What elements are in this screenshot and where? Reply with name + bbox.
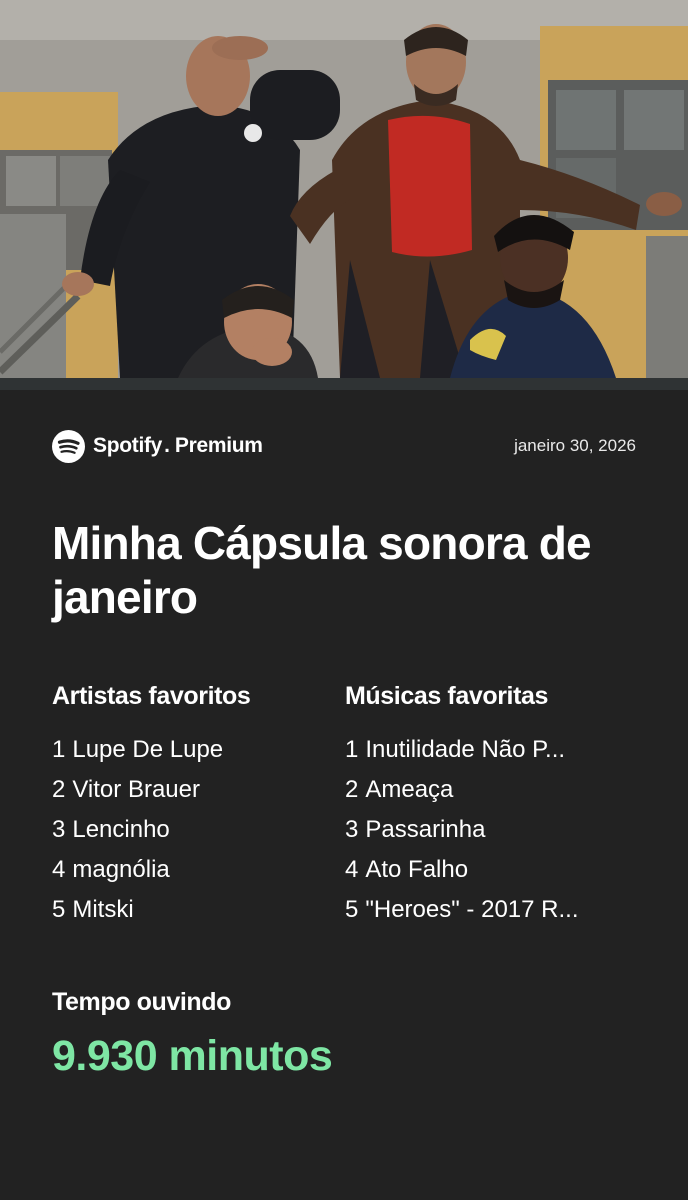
artist-rank: 2: [52, 776, 66, 803]
brand-dot: .: [164, 434, 170, 457]
song-item: 4 Ato Falho: [345, 850, 625, 890]
artist-name: Vitor Brauer: [72, 776, 200, 803]
artist-item: 1 Lupe De Lupe: [52, 730, 332, 770]
top-songs-heading: Músicas favoritas: [345, 682, 549, 710]
artist-name: Mitski: [72, 896, 134, 923]
band-photo-illustration: [0, 0, 688, 378]
artist-item: 5 Mitski: [52, 890, 332, 930]
song-rank: 4: [345, 856, 359, 883]
top-artists-list: 1 Lupe De Lupe 2 Vitor Brauer 3 Lencinho 4m…: [52, 730, 332, 930]
listening-time-value: 9.930 minutos: [52, 1032, 333, 1080]
song-item: 5 "Heroes" - 2017 R...: [345, 890, 625, 930]
top-artists-heading: Artistas favoritos: [52, 682, 251, 710]
artist-item: 3 Lencinho: [52, 810, 332, 850]
capsule-date: janeiro 30, 2026: [514, 436, 636, 455]
header-row: Spotify. Premium janeiro 30, 2026: [52, 428, 636, 464]
artist-name: Lupe De Lupe: [72, 736, 224, 763]
song-rank: 2: [345, 776, 359, 803]
song-item: 2 Ameaça: [345, 770, 625, 810]
song-rank: 5: [345, 896, 359, 923]
brand-tier: Premium: [174, 434, 263, 457]
artist-rank: 3: [52, 816, 66, 843]
song-item: 1 Inutilidade Não P...: [345, 730, 625, 770]
song-name: Passarinha: [365, 816, 486, 843]
top-songs-list: 1 Inutilidade Não P... 2 Ameaça 3 Passarinh…: [345, 730, 625, 930]
song-item: 3 Passarinha: [345, 810, 625, 850]
song-name: Ato Falho: [365, 856, 469, 883]
song-rank: 1: [345, 736, 359, 763]
song-name: "Heroes" - 2017 R...: [365, 896, 579, 923]
top-artists-section: Artistas favoritos 1 Lupe De Lupe 2 Vitor …: [52, 682, 332, 930]
brand-name: Spotify: [93, 434, 163, 457]
spotify-logo-icon: [52, 429, 85, 463]
artist-rank: 1: [52, 736, 66, 763]
song-name: Ameaça: [365, 776, 454, 803]
artist-item: 2 Vitor Brauer: [52, 770, 332, 810]
artist-item: 4 magnólia: [52, 850, 332, 890]
artist-rank: 5: [52, 896, 66, 923]
song-rank: 3: [345, 816, 359, 843]
artist-rank: 4: [52, 856, 66, 883]
artist-name: magnólia: [72, 856, 170, 883]
page-title: Minha Cápsula sonora de janeiro: [52, 517, 592, 623]
top-songs-section: Músicas favoritas 1 Inutilidade Não P... …: [345, 682, 625, 930]
song-name: Inutilidade Não P...: [365, 736, 566, 763]
photo-divider: [0, 378, 688, 390]
artist-photo: [0, 0, 688, 378]
listening-time-label: Tempo ouvindo: [52, 988, 232, 1016]
capsule-card: Spotify. Premium janeiro 30, 2026 Minha C…: [0, 390, 688, 1200]
artist-name: Lencinho: [72, 816, 170, 843]
spotify-brand: Spotify. Premium: [52, 429, 263, 463]
